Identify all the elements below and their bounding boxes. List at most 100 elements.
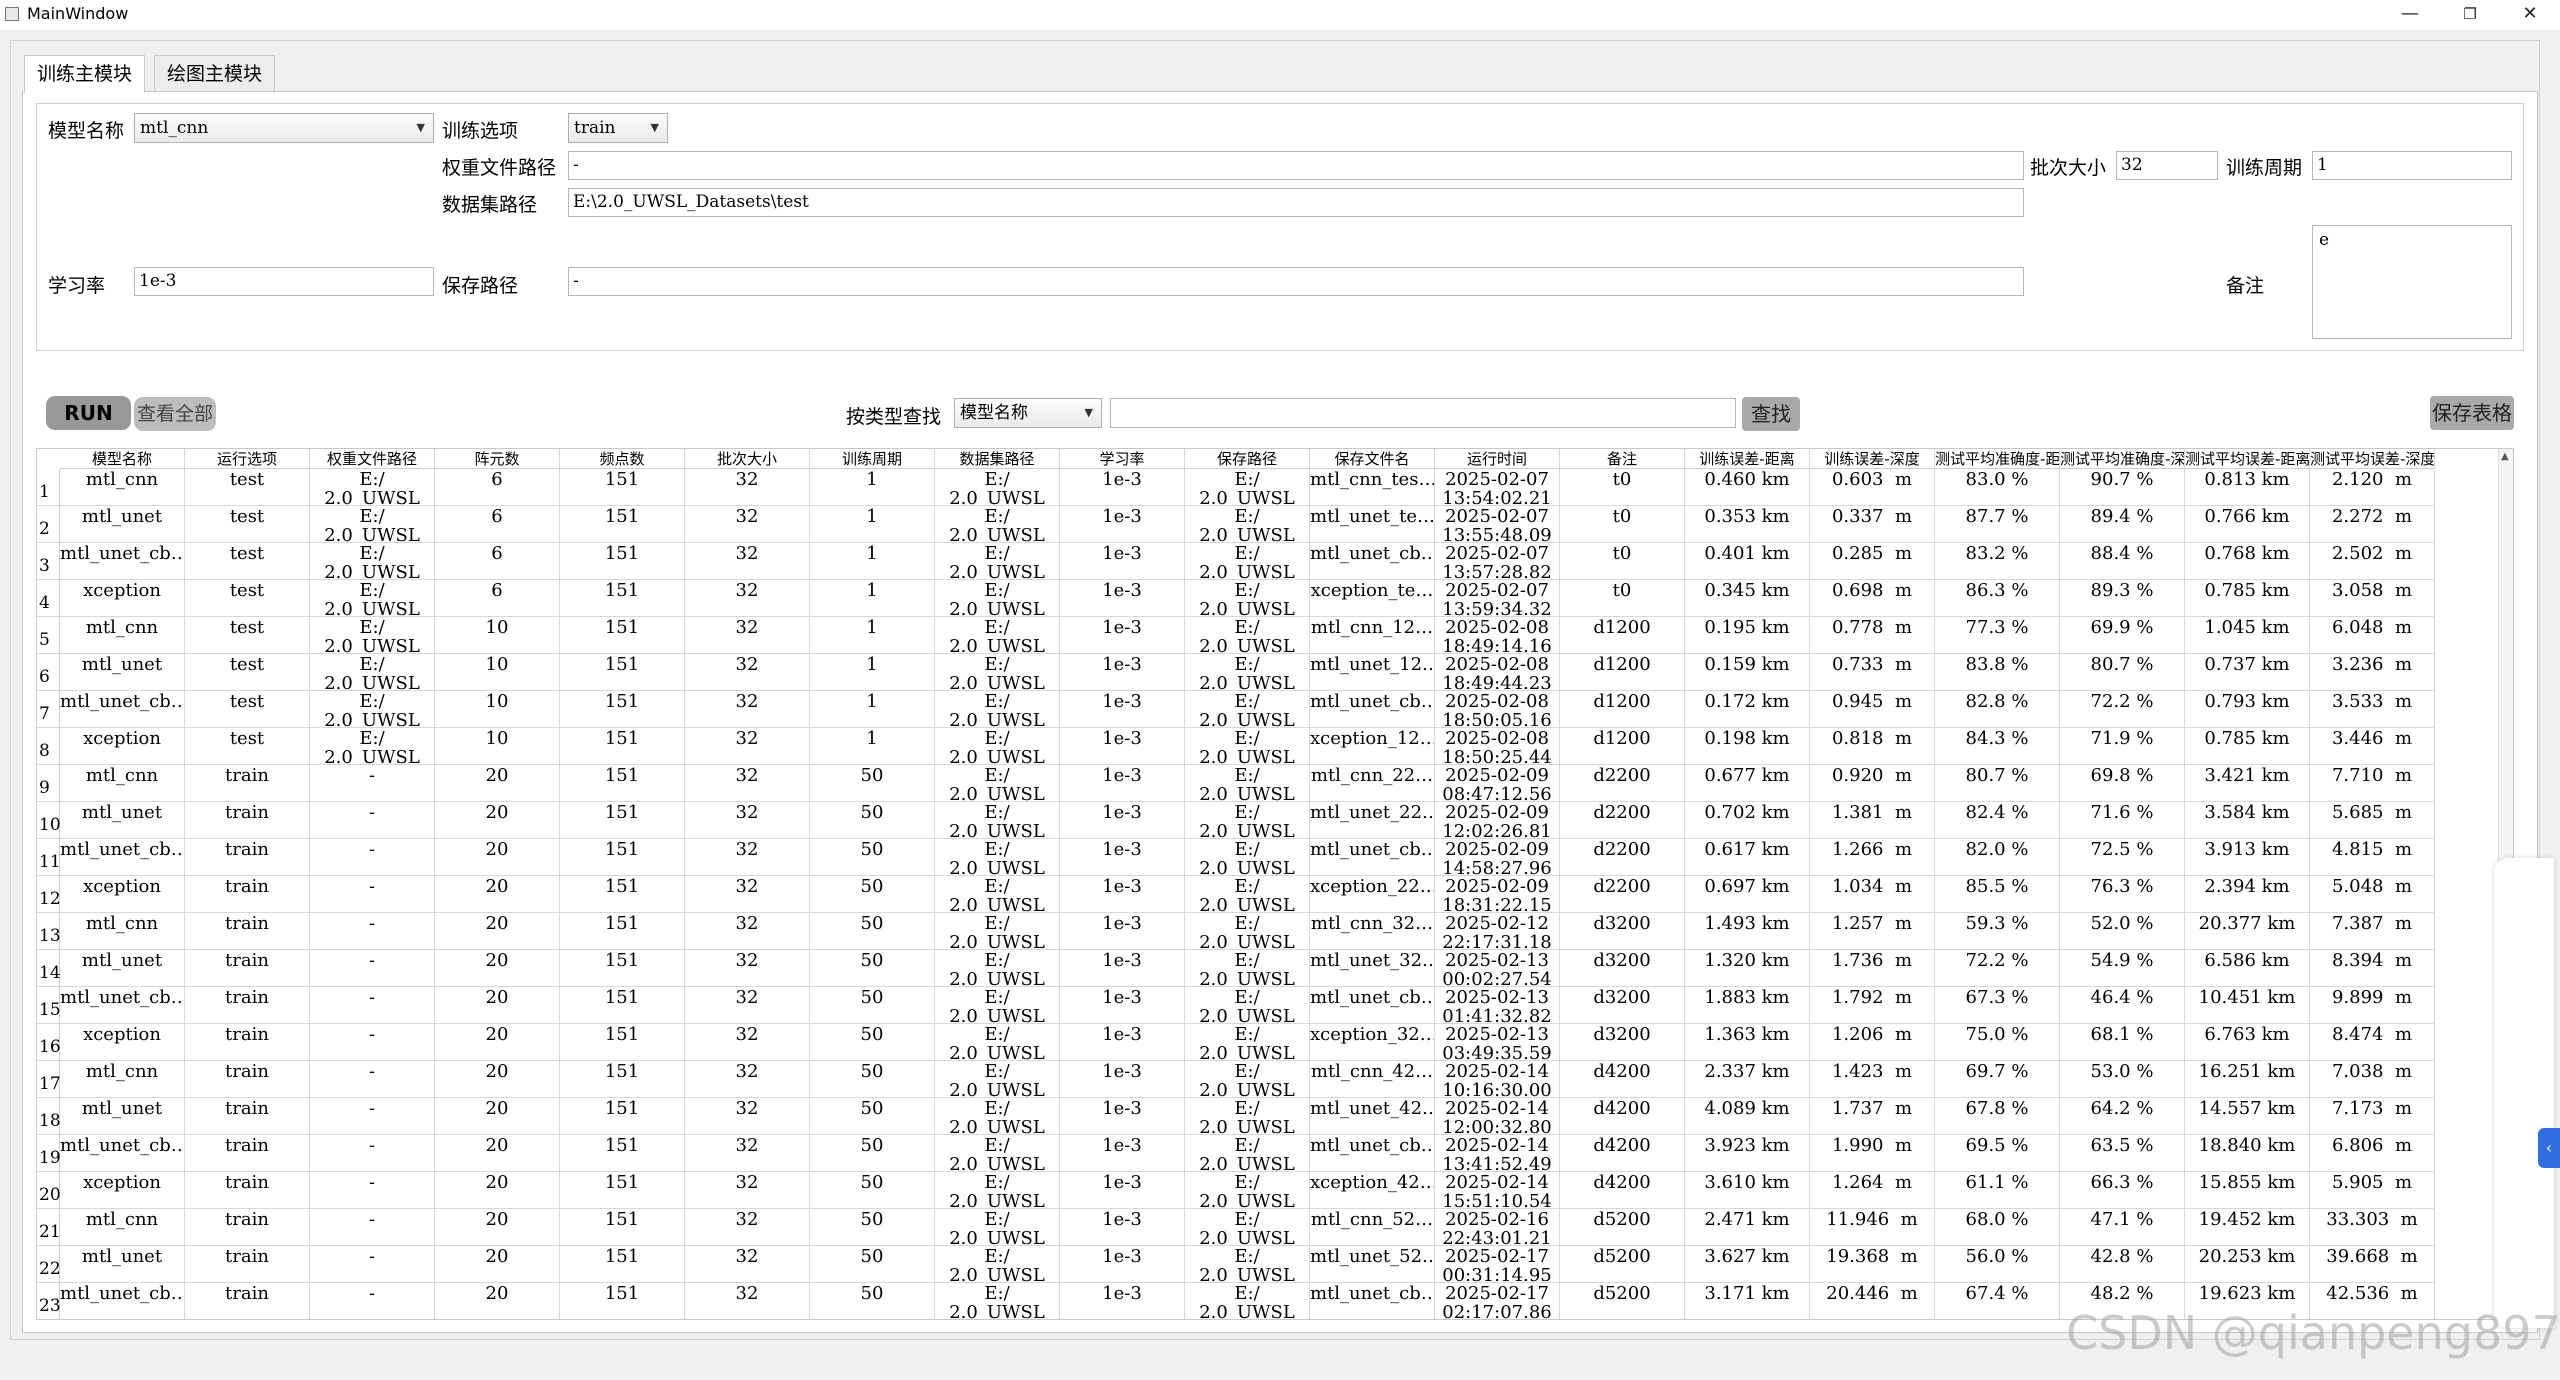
cell-learning-rate[interactable]: 1e-3 <box>1060 839 1185 876</box>
cell-batch-size[interactable]: 32 <box>685 839 810 876</box>
cell-test-err-distance[interactable]: 18.840 km <box>2185 1135 2310 1172</box>
cell-epoch[interactable]: 50 <box>810 1098 935 1135</box>
cell-learning-rate[interactable]: 1e-3 <box>1060 1172 1185 1209</box>
cell-batch-size[interactable]: 32 <box>685 1209 810 1246</box>
cell-dataset-path[interactable]: E:/ 2.0_UWSL <box>935 1135 1060 1172</box>
cell-test-err-distance[interactable]: 0.785 km <box>2185 580 2310 617</box>
cell-train-err-depth[interactable]: 1.736 m <box>1810 950 1935 987</box>
cell-model-name[interactable]: mtl_unet <box>60 654 185 691</box>
cell-train-err-distance[interactable]: 0.460 km <box>1685 469 1810 506</box>
cell-test-err-depth[interactable]: 2.502 m <box>2310 543 2435 580</box>
cell-train-err-depth[interactable]: 19.368 m <box>1810 1246 1935 1283</box>
cell-test-err-distance[interactable]: 1.045 km <box>2185 617 2310 654</box>
cell-train-err-depth[interactable]: 1.381 m <box>1810 802 1935 839</box>
cell-epoch[interactable]: 1 <box>810 543 935 580</box>
table-row[interactable]: 14 mtl_unet train -20 151 32 50 E:/ 2.0_UWSL 1e-… <box>37 950 2437 987</box>
row-number[interactable]: 13 <box>37 913 61 950</box>
cell-learning-rate[interactable]: 1e-3 <box>1060 802 1185 839</box>
cell-weight-path[interactable]: - <box>310 876 435 913</box>
cell-test-acc-distance[interactable]: 61.1 % <box>1935 1172 2060 1209</box>
table-row[interactable]: 15 mtl_unet_cb… train -20 151 32 50 E:/ 2.0_UWS… <box>37 987 2437 1024</box>
cell-train-err-depth[interactable]: 0.778 m <box>1810 617 1935 654</box>
cell-array-count[interactable]: 6 <box>435 506 560 543</box>
cell-run-time[interactable]: 2025-02-08 18:49:14.16 <box>1435 617 1560 654</box>
cell-run-option[interactable]: test <box>185 469 310 506</box>
cell-run-option[interactable]: train <box>185 839 310 876</box>
cell-save-path[interactable]: E:/ 2.0_UWSL <box>1185 580 1310 617</box>
cell-batch-size[interactable]: 32 <box>685 469 810 506</box>
cell-test-acc-distance[interactable]: 82.4 % <box>1935 802 2060 839</box>
cell-epoch[interactable]: 1 <box>810 617 935 654</box>
cell-save-filename[interactable]: xception_42… <box>1310 1172 1435 1209</box>
table-row[interactable]: 21 mtl_cnn train -20 151 32 50 E:/ 2.0_UWSL 1e-3… <box>37 1209 2437 1246</box>
cell-train-err-depth[interactable]: 0.818 m <box>1810 728 1935 765</box>
row-number[interactable]: 7 <box>37 691 60 728</box>
cell-batch-size[interactable]: 32 <box>685 1061 810 1098</box>
cell-save-path[interactable]: E:/ 2.0_UWSL <box>1185 802 1310 839</box>
cell-save-filename[interactable]: mtl_cnn_22… <box>1310 765 1435 802</box>
column-header-save-filename[interactable]: 保存文件名 <box>1310 449 1435 469</box>
cell-test-acc-distance[interactable]: 83.0 % <box>1935 469 2060 506</box>
note-textarea[interactable]: e <box>2312 225 2512 339</box>
epoch-input[interactable]: 1 <box>2312 151 2512 180</box>
cell-test-acc-distance[interactable]: 67.8 % <box>1935 1098 2060 1135</box>
cell-note[interactable]: d1200 <box>1560 617 1685 654</box>
cell-run-option[interactable]: train <box>185 1172 310 1209</box>
cell-epoch[interactable]: 50 <box>810 1172 935 1209</box>
cell-run-time[interactable]: 2025-02-13 03:49:35.59 <box>1435 1024 1560 1061</box>
row-number[interactable]: 19 <box>37 1135 61 1172</box>
cell-test-err-distance[interactable]: 3.913 km <box>2185 839 2310 876</box>
cell-train-err-depth[interactable]: 1.737 m <box>1810 1098 1935 1135</box>
cell-freq-count[interactable]: 151 <box>560 876 685 913</box>
cell-learning-rate[interactable]: 1e-3 <box>1060 469 1185 506</box>
cell-save-path[interactable]: E:/ 2.0_UWSL <box>1185 839 1310 876</box>
cell-test-acc-distance[interactable]: 82.0 % <box>1935 839 2060 876</box>
cell-epoch[interactable]: 50 <box>810 1024 935 1061</box>
cell-train-err-distance[interactable]: 0.198 km <box>1685 728 1810 765</box>
cell-test-acc-depth[interactable]: 46.4 % <box>2060 987 2185 1024</box>
cell-batch-size[interactable]: 32 <box>685 1024 810 1061</box>
cell-learning-rate[interactable]: 1e-3 <box>1060 654 1185 691</box>
row-number[interactable]: 23 <box>37 1283 61 1319</box>
table-row[interactable]: 2 mtl_unet test E:/ 2.0_UWSL 6 151 32 1 E:/ 2.0_… <box>37 506 2437 543</box>
cell-freq-count[interactable]: 151 <box>560 1061 685 1098</box>
cell-freq-count[interactable]: 151 <box>560 691 685 728</box>
cell-test-err-depth[interactable]: 7.173 m <box>2310 1098 2435 1135</box>
cell-array-count[interactable]: 6 <box>435 543 560 580</box>
column-header-weight-path[interactable]: 权重文件路径 <box>310 449 435 469</box>
row-number[interactable]: 15 <box>37 987 61 1024</box>
cell-weight-path[interactable]: - <box>310 950 435 987</box>
cell-save-path[interactable]: E:/ 2.0_UWSL <box>1185 506 1310 543</box>
find-button[interactable]: 查找 <box>1742 397 1800 431</box>
column-header-train-err-distance[interactable]: 训练误差-距离 <box>1685 449 1810 469</box>
cell-note[interactable]: d2200 <box>1560 802 1685 839</box>
cell-run-option[interactable]: test <box>185 506 310 543</box>
cell-run-option[interactable]: train <box>185 950 310 987</box>
cell-save-filename[interactable]: xception_te… <box>1310 580 1435 617</box>
cell-save-filename[interactable]: mtl_cnn_12… <box>1310 617 1435 654</box>
learning-rate-input[interactable]: 1e-3 <box>134 267 434 296</box>
cell-run-option[interactable]: test <box>185 728 310 765</box>
cell-test-acc-distance[interactable]: 83.8 % <box>1935 654 2060 691</box>
column-header-run-option[interactable]: 运行选项 <box>185 449 310 469</box>
cell-run-option[interactable]: test <box>185 580 310 617</box>
cell-weight-path[interactable]: - <box>310 839 435 876</box>
row-number[interactable]: 1 <box>37 469 60 506</box>
cell-test-err-depth[interactable]: 4.815 m <box>2310 839 2435 876</box>
cell-test-err-distance[interactable]: 0.768 km <box>2185 543 2310 580</box>
table-row[interactable]: 4 xception test E:/ 2.0_UWSL 6 151 32 1 E:/ 2.0_… <box>37 580 2437 617</box>
cell-test-err-distance[interactable]: 2.394 km <box>2185 876 2310 913</box>
cell-model-name[interactable]: mtl_unet_cb… <box>60 1135 185 1172</box>
cell-run-option[interactable]: train <box>185 765 310 802</box>
cell-weight-path[interactable]: - <box>310 1061 435 1098</box>
cell-run-time[interactable]: 2025-02-07 13:55:48.09 <box>1435 506 1560 543</box>
cell-train-err-depth[interactable]: 0.285 m <box>1810 543 1935 580</box>
dataset-path-input[interactable]: E:\2.0_UWSL_Datasets\test <box>568 188 2024 217</box>
cell-learning-rate[interactable]: 1e-3 <box>1060 1283 1185 1319</box>
cell-weight-path[interactable]: E:/ 2.0_UWSL <box>310 617 435 654</box>
cell-test-acc-distance[interactable]: 86.3 % <box>1935 580 2060 617</box>
batch-size-input[interactable]: 32 <box>2116 151 2218 180</box>
table-row[interactable]: 9 mtl_cnn train -20 151 32 50 E:/ 2.0_UWSL 1e-3 E… <box>37 765 2437 802</box>
cell-save-filename[interactable]: mtl_unet_cb… <box>1310 691 1435 728</box>
save-table-button[interactable]: 保存表格 <box>2430 396 2514 430</box>
